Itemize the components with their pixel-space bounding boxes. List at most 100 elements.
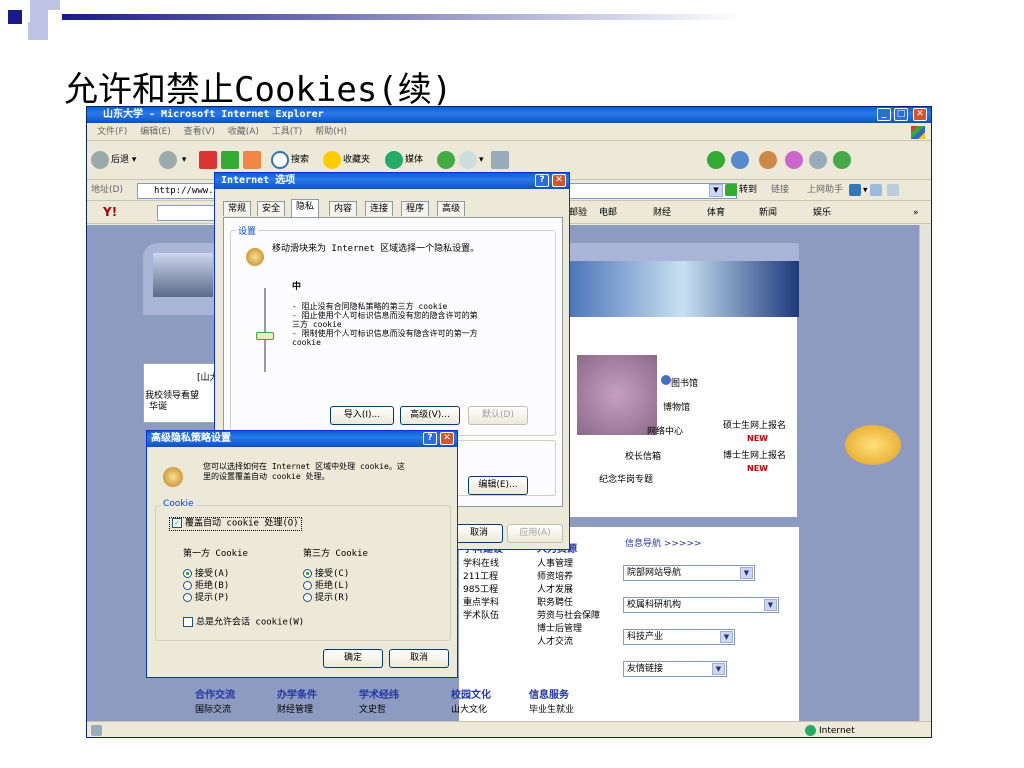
close-button[interactable]: ✕ — [552, 174, 566, 187]
list-item[interactable]: 人才发展 — [537, 584, 600, 597]
list-item[interactable]: 学科在线 — [463, 558, 503, 571]
list-item[interactable]: 文史哲 — [359, 704, 399, 717]
link-president-mailbox[interactable]: 校长信箱 — [625, 452, 661, 463]
privacy-slider[interactable] — [252, 288, 278, 372]
stop-button[interactable] — [199, 150, 219, 170]
tab-connections[interactable]: 连接 — [365, 201, 394, 216]
tab-advanced[interactable]: 高级 — [437, 201, 466, 216]
dialog-title-bar[interactable]: 高级隐私策略设置 — [147, 431, 457, 447]
menu-tools[interactable]: 工具(T) — [272, 124, 303, 141]
list-item[interactable]: 财经管理 — [277, 704, 317, 717]
menu-view[interactable]: 查看(V) — [184, 124, 215, 141]
ok-button[interactable]: 确定 — [323, 649, 383, 668]
search-button[interactable]: 搜索 — [271, 150, 309, 170]
session-checkbox[interactable]: 总是允许会话 cookie(W) — [183, 617, 304, 629]
print-button[interactable] — [491, 150, 511, 170]
close-button[interactable]: ✕ — [913, 108, 927, 121]
yahoo-search-input[interactable] — [157, 205, 217, 221]
edit-button[interactable]: 编辑(E)... — [468, 476, 528, 495]
mail-button[interactable]: ▾ — [459, 150, 484, 170]
list-item[interactable]: 博士后管理 — [537, 623, 600, 636]
list-item[interactable]: 学术队伍 — [463, 610, 503, 623]
butterfly-button[interactable] — [785, 150, 805, 170]
first-accept-radio[interactable]: 接受(A) — [183, 569, 229, 580]
select-links[interactable]: 友情链接 ▼ — [623, 661, 727, 677]
close-button[interactable]: ✕ — [440, 432, 454, 445]
apply-master[interactable]: 硕士生网上报名 — [723, 421, 786, 432]
media-button[interactable]: 媒体 — [385, 150, 423, 170]
link-museum[interactable]: 博物馆 — [663, 403, 690, 414]
third-accept-radio[interactable]: 接受(C) — [303, 569, 349, 580]
address-dropdown[interactable]: ▼ — [709, 184, 723, 197]
third-prompt-radio[interactable]: 提示(R) — [303, 593, 349, 604]
left-box-item2[interactable]: 华诞 — [149, 402, 167, 413]
list-item[interactable]: 劳资与社会保障 — [537, 610, 600, 623]
slider-thumb[interactable] — [256, 332, 274, 340]
forward-button[interactable]: ▾ — [159, 150, 186, 170]
vertical-scrollbar[interactable] — [919, 225, 931, 721]
third-block-radio[interactable]: 拒绝(L) — [303, 581, 349, 592]
list-item[interactable]: 职务聘任 — [537, 597, 600, 610]
yahoo-logo-icon[interactable]: Y! — [103, 206, 117, 219]
left-box-item[interactable]: 我校领导看望 — [145, 391, 199, 402]
apply-button[interactable]: 应用(A) — [507, 524, 563, 543]
list-item[interactable]: 重点学科 — [463, 597, 503, 610]
list-item[interactable]: 985工程 — [463, 584, 503, 597]
yahoo-item-news[interactable]: 新闻 — [759, 208, 777, 219]
list-item[interactable]: 山大文化 — [451, 704, 491, 717]
tab-content[interactable]: 内容 — [329, 201, 358, 216]
list-item[interactable]: 人才交流 — [537, 636, 600, 649]
link-memorial[interactable]: 纪念华岗专题 — [599, 475, 653, 486]
list-item[interactable]: 人事管理 — [537, 558, 600, 571]
menu-file[interactable]: 文件(F) — [97, 124, 127, 141]
minimize-button[interactable]: _ — [877, 108, 891, 121]
select-department[interactable]: 院部网站导航 ▼ — [623, 565, 755, 581]
link-library[interactable]: 图书馆 — [671, 379, 698, 390]
links-label[interactable]: 链接 — [771, 185, 789, 196]
apply-doctor[interactable]: 博士生网上报名 — [723, 451, 786, 462]
yahoo-item-finance[interactable]: 财经 — [653, 208, 671, 219]
tab-programs[interactable]: 程序 — [401, 201, 430, 216]
help-button[interactable]: ? — [423, 432, 437, 445]
tab-security[interactable]: 安全 — [257, 201, 286, 216]
home-button[interactable] — [243, 150, 263, 170]
list-item[interactable]: 师资培养 — [537, 571, 600, 584]
cancel-button[interactable]: 取消 — [389, 649, 449, 668]
link-network-center[interactable]: 网络中心 — [647, 427, 683, 438]
lamp-button[interactable] — [759, 150, 779, 170]
override-checkbox[interactable]: ✓ 覆盖自动 cookie 处理(O) — [169, 517, 302, 531]
first-prompt-radio[interactable]: 提示(P) — [183, 593, 229, 604]
list-item[interactable]: 毕业生就业 — [529, 704, 574, 717]
chat-button[interactable] — [809, 150, 829, 170]
yahoo-item-verify[interactable]: 邮验 — [569, 208, 587, 219]
select-research[interactable]: 校属科研机构 ▼ — [623, 597, 779, 613]
import-button[interactable]: 导入(I)... — [330, 406, 394, 425]
dialog-title-bar[interactable]: Internet 选项 — [215, 173, 569, 189]
first-block-radio[interactable]: 拒绝(B) — [183, 581, 229, 592]
helper-icons[interactable]: ▾ — [849, 184, 919, 197]
people-button[interactable] — [833, 150, 853, 170]
yahoo-item-sports[interactable]: 体育 — [707, 208, 725, 219]
helper-label[interactable]: 上网助手 — [807, 185, 843, 196]
list-item[interactable]: 国际交流 — [195, 704, 235, 717]
refresh-button[interactable] — [221, 150, 241, 170]
messenger-button[interactable] — [707, 150, 727, 170]
select-industry[interactable]: 科技产业 ▼ — [623, 629, 735, 645]
help-button[interactable]: ? — [535, 174, 549, 187]
list-item[interactable]: 211工程 — [463, 571, 503, 584]
advanced-button[interactable]: 高级(V)... — [400, 406, 460, 425]
tab-general[interactable]: 常规 — [223, 201, 252, 216]
back-button[interactable]: 后退 ▾ — [91, 150, 136, 170]
go-button[interactable]: 转到 — [725, 183, 757, 198]
qq-button[interactable] — [731, 150, 751, 170]
history-button[interactable] — [437, 150, 457, 170]
default-button[interactable]: 默认(D) — [468, 406, 528, 425]
yahoo-item-entertainment[interactable]: 娱乐 — [813, 208, 831, 219]
chevron-more-icon[interactable]: » — [913, 208, 919, 219]
tab-privacy[interactable]: 隐私 — [291, 199, 320, 217]
maximize-button[interactable]: □ — [894, 108, 908, 121]
cancel-button[interactable]: 取消 — [455, 524, 503, 543]
ie-title-bar[interactable]: 山东大学 - Microsoft Internet Explorer — [87, 107, 931, 123]
favorites-button[interactable]: 收藏夹 — [323, 150, 370, 170]
menu-help[interactable]: 帮助(H) — [315, 124, 347, 141]
